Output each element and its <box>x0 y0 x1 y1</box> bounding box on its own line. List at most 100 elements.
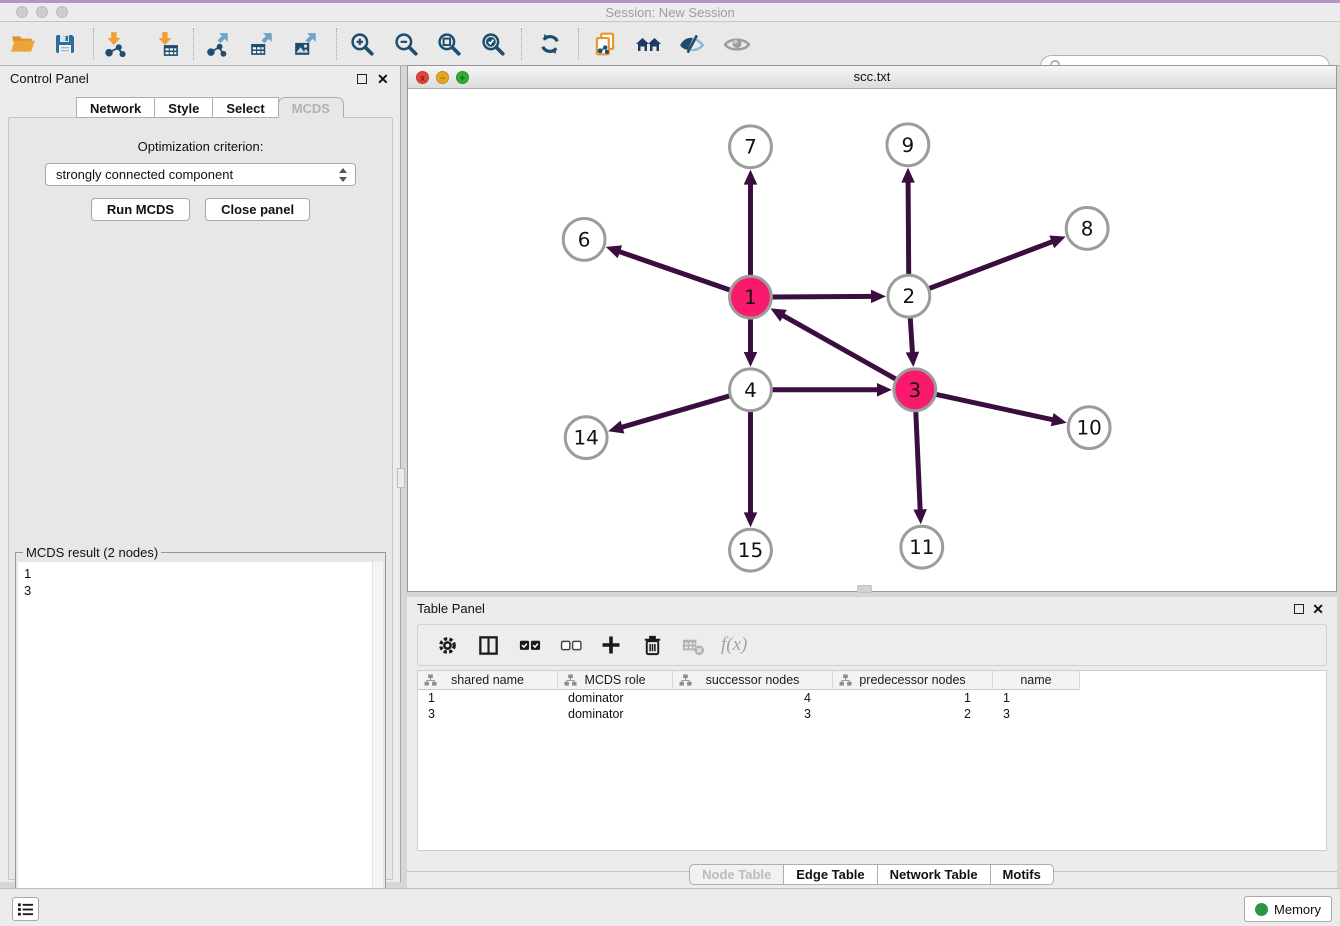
table-cell: 1 <box>993 690 1080 706</box>
edge-arrowhead <box>901 168 915 183</box>
close-panel-icon[interactable]: ✕ <box>377 74 389 84</box>
export-network-icon[interactable] <box>204 30 232 58</box>
column-header-successor-nodes[interactable]: successor nodes <box>673 671 833 690</box>
column-layout-icon[interactable] <box>475 632 501 658</box>
table-cell: 3 <box>418 706 558 722</box>
open-session-icon[interactable] <box>9 30 37 58</box>
close-table-panel-icon[interactable]: ✕ <box>1312 604 1324 614</box>
main-toolbar <box>0 22 1340 66</box>
mcds-result-list: 13 <box>18 562 383 602</box>
optimization-criterion-select[interactable]: strongly connected component <box>45 163 356 186</box>
vertical-splitter-grip[interactable] <box>397 468 405 488</box>
edge-arrowhead <box>744 170 758 185</box>
memory-label: Memory <box>1274 902 1321 917</box>
close-panel-button[interactable]: Close panel <box>205 198 310 221</box>
column-header-shared-name[interactable]: shared name <box>418 671 558 690</box>
add-column-icon[interactable] <box>598 632 624 658</box>
graph-edge-2-9[interactable] <box>908 180 909 275</box>
show-details-icon[interactable] <box>723 30 751 58</box>
select-all-checkboxes-icon[interactable] <box>516 632 542 658</box>
mcds-result-textarea[interactable]: 13 <box>18 562 383 926</box>
column-header-predecessor-nodes[interactable]: predecessor nodes <box>833 671 993 690</box>
import-network-icon[interactable] <box>101 30 129 58</box>
table-cell: 2 <box>833 706 993 722</box>
settings-gear-icon[interactable] <box>434 632 460 658</box>
delete-table-icon[interactable] <box>680 632 706 658</box>
save-session-icon[interactable] <box>51 30 79 58</box>
graph-edge-2-3[interactable] <box>910 318 912 355</box>
mcds-panel: Optimization criterion: strongly connect… <box>8 117 393 880</box>
float-table-panel-icon[interactable] <box>1294 604 1304 614</box>
graph-node-label: 8 <box>1081 217 1094 240</box>
refresh-icon[interactable] <box>536 30 564 58</box>
column-header-MCDS-role[interactable]: MCDS role <box>558 671 673 690</box>
edge-arrowhead <box>1051 413 1067 426</box>
edge-arrowhead <box>744 512 758 527</box>
edge-arrowhead <box>744 352 758 367</box>
toolbar-separator <box>578 28 579 60</box>
run-mcds-button[interactable]: Run MCDS <box>91 198 190 221</box>
graph-edge-3-10[interactable] <box>936 394 1055 420</box>
edge-arrowhead <box>913 509 927 524</box>
mcds-result-title: MCDS result (2 nodes) <box>23 545 161 560</box>
graph-edge-3-11[interactable] <box>916 412 920 513</box>
toolbar-separator <box>93 28 94 60</box>
horizontal-splitter-grip[interactable] <box>857 585 872 593</box>
graph-node-label: 6 <box>578 228 591 251</box>
home-icon[interactable] <box>635 30 663 58</box>
column-header-name[interactable]: name <box>993 671 1080 690</box>
tab-network[interactable]: Network <box>76 97 155 118</box>
zoom-out-icon[interactable] <box>392 30 420 58</box>
network-graph: 7968124314101511 <box>408 89 1336 591</box>
titlebar: Session: New Session <box>0 3 1340 22</box>
task-history-button[interactable] <box>12 897 39 921</box>
deselect-checkboxes-icon[interactable] <box>557 632 583 658</box>
zoom-in-icon[interactable] <box>348 30 376 58</box>
edge-arrowhead <box>871 290 886 304</box>
tab-network-table[interactable]: Network Table <box>877 864 991 885</box>
edge-arrowhead <box>877 383 892 397</box>
network-view-window: x − + scc.txt 7968124314101511 <box>407 65 1337 592</box>
tab-mcds[interactable]: MCDS <box>278 97 344 118</box>
network-window-titlebar[interactable]: x − + scc.txt <box>408 66 1336 89</box>
control-panel-tabs: NetworkStyleSelectMCDS <box>77 97 344 118</box>
graph-node-label: 10 <box>1076 417 1101 440</box>
network-window-title: scc.txt <box>408 69 1336 84</box>
graph-edge-2-8[interactable] <box>929 241 1054 289</box>
table-row[interactable]: 3dominator323 <box>418 706 1326 722</box>
function-builder-icon[interactable]: f(x) <box>721 632 747 658</box>
graph-edge-1-6[interactable] <box>617 251 730 290</box>
table-row[interactable]: 1dominator411 <box>418 690 1326 706</box>
node-table[interactable]: shared nameMCDS rolesuccessor nodesprede… <box>417 670 1327 851</box>
graph-node-label: 3 <box>908 379 921 402</box>
network-canvas[interactable]: 7968124314101511 <box>408 89 1336 591</box>
zoom-fit-icon[interactable] <box>435 30 463 58</box>
edge-arrowhead <box>606 245 622 258</box>
graph-edge-1-2[interactable] <box>772 296 874 297</box>
import-table-icon[interactable] <box>152 30 180 58</box>
export-image-icon[interactable] <box>292 30 320 58</box>
clone-network-icon[interactable] <box>591 30 619 58</box>
tab-edge-table[interactable]: Edge Table <box>783 864 877 885</box>
result-scrollbar[interactable] <box>372 562 383 926</box>
hide-details-icon[interactable] <box>678 30 706 58</box>
float-panel-icon[interactable] <box>357 74 367 84</box>
memory-status-icon <box>1255 903 1268 916</box>
tab-select[interactable]: Select <box>212 97 278 118</box>
result-line: 3 <box>24 582 377 599</box>
graph-edge-4-14[interactable] <box>620 396 730 428</box>
zoom-selected-icon[interactable] <box>479 30 507 58</box>
fx-label: f(x) <box>721 634 747 656</box>
delete-column-icon[interactable] <box>639 632 665 658</box>
graph-node-label: 7 <box>744 136 757 159</box>
export-table-icon[interactable] <box>248 30 276 58</box>
table-cell: 4 <box>673 690 833 706</box>
memory-button[interactable]: Memory <box>1244 896 1332 922</box>
tab-motifs[interactable]: Motifs <box>990 864 1054 885</box>
control-panel-title: Control Panel <box>10 71 89 86</box>
tab-style[interactable]: Style <box>154 97 213 118</box>
mcds-result-group: MCDS result (2 nodes) 13 <box>15 552 386 926</box>
tab-node-table[interactable]: Node Table <box>689 864 784 885</box>
graph-edge-3-1[interactable] <box>781 314 896 379</box>
status-bar: Memory <box>0 888 1340 926</box>
